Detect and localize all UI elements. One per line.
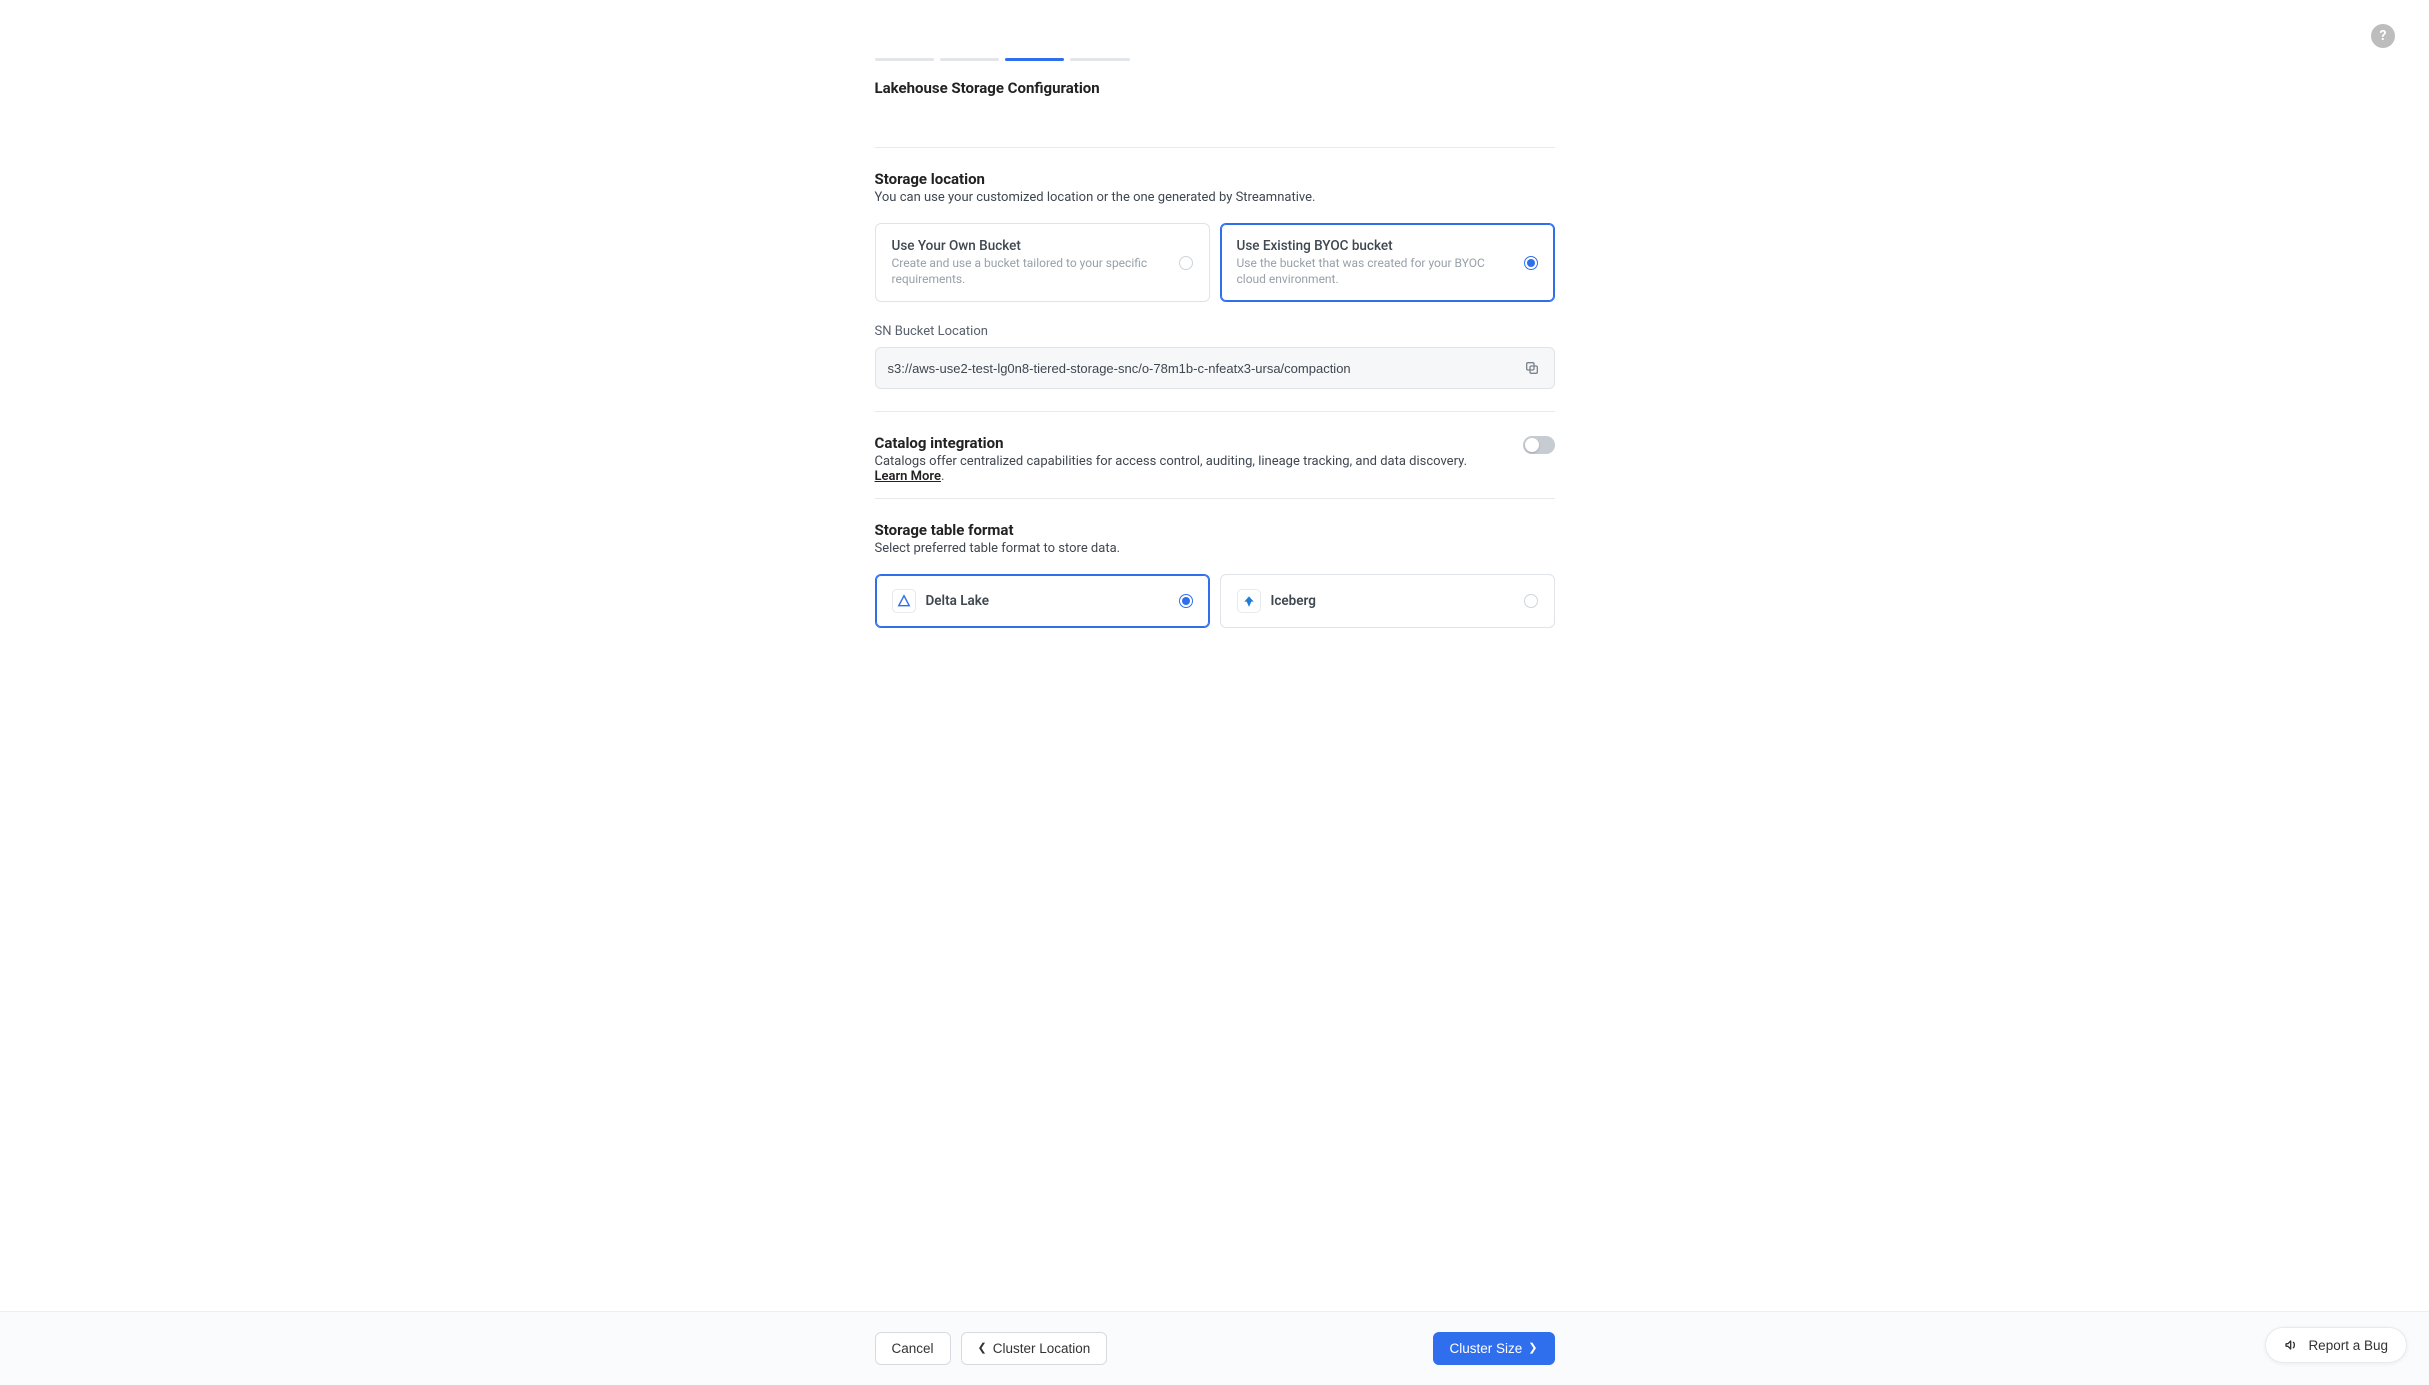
report-bug-label: Report a Bug: [2308, 1338, 2388, 1353]
option-byoc-bucket-title: Use Existing BYOC bucket: [1237, 238, 1514, 254]
step-indicator: [875, 58, 1130, 61]
format-title: Storage table format: [875, 521, 1555, 539]
next-button-label: Cluster Size: [1450, 1341, 1523, 1356]
format-iceberg[interactable]: Iceberg: [1220, 574, 1555, 628]
copy-icon[interactable]: [1522, 358, 1542, 378]
page-title: Lakehouse Storage Configuration: [875, 79, 1555, 97]
format-options: Delta Lake Iceberg: [875, 574, 1555, 628]
storage-options: Use Your Own Bucket Create and use a buc…: [875, 223, 1555, 302]
format-iceberg-label: Iceberg: [1271, 593, 1514, 609]
toggle-knob: [1525, 438, 1539, 452]
delta-lake-icon: [892, 589, 916, 613]
option-byoc-bucket[interactable]: Use Existing BYOC bucket Use the bucket …: [1220, 223, 1555, 302]
next-button[interactable]: Cluster Size ❯: [1433, 1332, 1555, 1365]
option-byoc-bucket-desc: Use the bucket that was created for your…: [1237, 255, 1514, 287]
app-root: ? Lakehouse Storage Configuration Storag…: [0, 0, 2429, 1385]
storage-format-section: Storage table format Select preferred ta…: [875, 499, 1555, 650]
learn-more-link[interactable]: Learn More: [875, 469, 941, 484]
megaphone-icon: [2284, 1337, 2300, 1353]
topbar: ?: [0, 0, 2429, 48]
chevron-right-icon: ❯: [1528, 1343, 1537, 1354]
step-1: [875, 58, 934, 61]
radio-icon: [1179, 256, 1193, 270]
report-bug-button[interactable]: Report a Bug: [2265, 1327, 2407, 1363]
radio-icon: [1524, 256, 1538, 270]
option-own-bucket-title: Use Your Own Bucket: [892, 238, 1169, 254]
format-delta-label: Delta Lake: [926, 593, 1169, 609]
back-button-label: Cluster Location: [993, 1341, 1091, 1356]
catalog-subtitle: Catalogs offer centralized capabilities …: [875, 454, 1503, 484]
step-2: [940, 58, 999, 61]
format-subtitle: Select preferred table format to store d…: [875, 541, 1555, 556]
cancel-button[interactable]: Cancel: [875, 1332, 951, 1365]
catalog-title: Catalog integration: [875, 434, 1503, 452]
back-button[interactable]: ❮ Cluster Location: [961, 1332, 1108, 1365]
storage-location-title: Storage location: [875, 170, 1555, 188]
radio-icon: [1179, 594, 1193, 608]
footer: Cancel ❮ Cluster Location Cluster Size ❯: [0, 1311, 2429, 1385]
chevron-left-icon: ❮: [978, 1343, 987, 1354]
storage-location-subtitle: You can use your customized location or …: [875, 190, 1555, 205]
bucket-location-label: SN Bucket Location: [875, 324, 1555, 339]
main-content: Lakehouse Storage Configuration Storage …: [875, 48, 1555, 1311]
option-own-bucket[interactable]: Use Your Own Bucket Create and use a buc…: [875, 223, 1210, 302]
bucket-location-field: [875, 347, 1555, 389]
catalog-subtitle-text: Catalogs offer centralized capabilities …: [875, 454, 1468, 469]
format-delta-lake[interactable]: Delta Lake: [875, 574, 1210, 628]
help-icon[interactable]: ?: [2371, 24, 2395, 48]
bucket-location-input[interactable]: [888, 361, 1514, 376]
storage-location-section: Storage location You can use your custom…: [875, 148, 1555, 411]
catalog-subtitle-suffix: .: [941, 469, 944, 484]
option-own-bucket-desc: Create and use a bucket tailored to your…: [892, 255, 1169, 287]
catalog-toggle[interactable]: [1523, 436, 1555, 454]
step-3: [1005, 58, 1064, 61]
iceberg-icon: [1237, 589, 1261, 613]
radio-icon: [1524, 594, 1538, 608]
step-4: [1070, 58, 1129, 61]
catalog-integration-section: Catalog integration Catalogs offer centr…: [875, 412, 1555, 498]
